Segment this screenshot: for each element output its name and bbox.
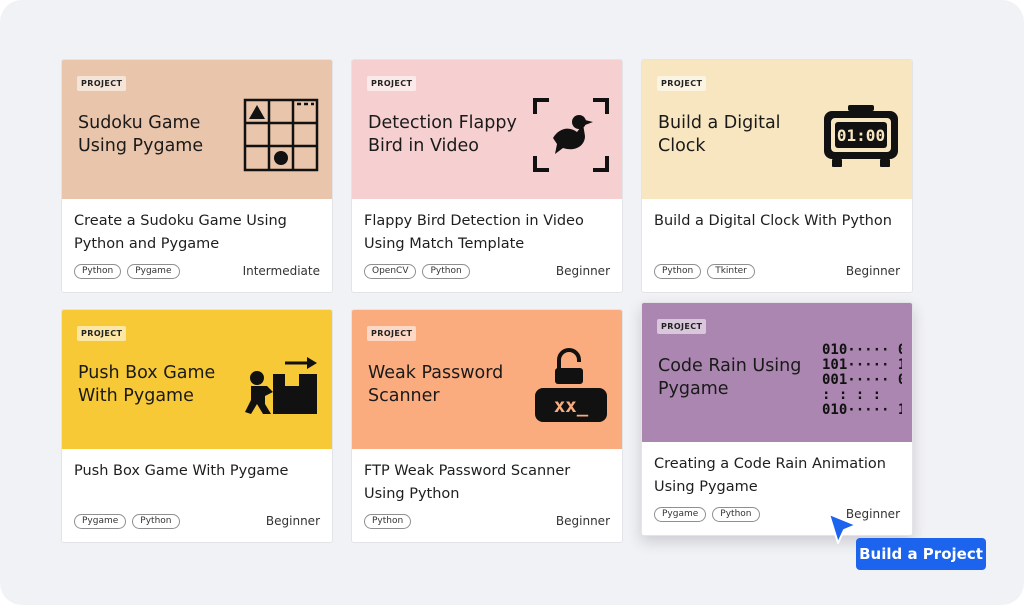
tag-list: Pygame Python bbox=[74, 514, 180, 529]
banner-title: Weak Password Scanner bbox=[368, 363, 504, 406]
project-card-password-scanner[interactable]: PROJECT Weak Password Scanner xx_ FTP We… bbox=[351, 309, 623, 543]
card-body: FTP Weak Password Scanner Using Python P… bbox=[352, 449, 622, 542]
tag-list: Python Pygame bbox=[74, 264, 180, 279]
project-tag: PROJECT bbox=[77, 76, 127, 91]
tag-chip[interactable]: Pygame bbox=[127, 264, 180, 279]
difficulty-label: Beginner bbox=[555, 514, 610, 528]
password-mask: xx_ bbox=[554, 395, 589, 417]
project-card-push-box[interactable]: PROJECT Push Box Game With Pygame Push B… bbox=[61, 309, 333, 543]
project-card-flappy-bird[interactable]: PROJECT Detection Flappy Bird in Video F… bbox=[351, 59, 623, 293]
tag-chip[interactable]: OpenCV bbox=[364, 264, 417, 279]
project-tag: PROJECT bbox=[77, 326, 127, 341]
tag-chip[interactable]: Python bbox=[74, 264, 122, 279]
project-tag: PROJECT bbox=[657, 319, 707, 334]
card-title: Create a Sudoku Game Using Python and Py… bbox=[74, 213, 287, 252]
card-title: Flappy Bird Detection in Video Using Mat… bbox=[364, 213, 584, 252]
project-card-sudoku[interactable]: PROJECT Sudoku Game Using Pygame Create … bbox=[61, 59, 333, 293]
tag-list: Python bbox=[364, 514, 412, 529]
banner-title: Push Box Game With Pygame bbox=[78, 363, 216, 406]
card-body: Creating a Code Rain Animation Using Pyg… bbox=[642, 442, 912, 535]
tag-list: Python Tkinter bbox=[654, 264, 755, 279]
difficulty-label: Beginner bbox=[845, 264, 900, 278]
card-body: Create a Sudoku Game Using Python and Py… bbox=[62, 199, 332, 292]
push-box-icon bbox=[245, 357, 317, 414]
tag-chip[interactable]: Python bbox=[712, 507, 760, 522]
card-banner: PROJECT Sudoku Game Using Pygame bbox=[62, 60, 332, 199]
card-title: FTP Weak Password Scanner Using Python bbox=[364, 463, 571, 502]
banner-title: Detection Flappy Bird in Video bbox=[368, 113, 517, 156]
difficulty-label: Intermediate bbox=[242, 264, 320, 278]
mouse-pointer-icon bbox=[828, 513, 857, 544]
tag-list: Pygame Python bbox=[654, 507, 760, 522]
code-row: 101····· 1 bbox=[822, 357, 902, 373]
banner-title: Code Rain Using Pygame bbox=[658, 356, 802, 399]
card-banner: PROJECT Detection Flappy Bird in Video bbox=[352, 60, 622, 199]
sudoku-grid-icon bbox=[243, 98, 319, 172]
card-body: Flappy Bird Detection in Video Using Mat… bbox=[352, 199, 622, 292]
bird-focus-icon bbox=[533, 98, 609, 172]
code-row: 010····· 1 bbox=[822, 402, 902, 417]
clock-readout: 01:00 bbox=[837, 126, 885, 145]
card-title: Build a Digital Clock With Python bbox=[654, 213, 892, 229]
difficulty-label: Beginner bbox=[555, 264, 610, 278]
binary-code-icon: 010····· 0 101····· 1 001····· 0 : : : :… bbox=[822, 342, 902, 417]
tag-chip[interactable]: Python bbox=[132, 514, 180, 529]
tag-chip[interactable]: Pygame bbox=[74, 514, 127, 529]
project-tag: PROJECT bbox=[367, 326, 417, 341]
build-a-project-button[interactable]: Build a Project bbox=[856, 538, 986, 570]
card-title: Push Box Game With Pygame bbox=[74, 463, 289, 479]
project-card-digital-clock[interactable]: PROJECT Build a Digital Clock 01:00 Buil… bbox=[641, 59, 913, 293]
code-row: : : : : bbox=[822, 387, 881, 403]
password-lock-icon: xx_ bbox=[535, 348, 607, 422]
tag-chip[interactable]: Python bbox=[364, 514, 412, 529]
tag-chip[interactable]: Python bbox=[422, 264, 470, 279]
card-title: Creating a Code Rain Animation Using Pyg… bbox=[654, 456, 886, 495]
card-banner: PROJECT Code Rain Using Pygame 010····· … bbox=[642, 303, 912, 442]
tag-chip[interactable]: Pygame bbox=[654, 507, 707, 522]
project-card-code-rain[interactable]: PROJECT Code Rain Using Pygame 010····· … bbox=[641, 302, 913, 536]
digital-clock-icon: 01:00 bbox=[824, 105, 898, 167]
card-body: Build a Digital Clock With Python Python… bbox=[642, 199, 912, 292]
card-banner: PROJECT Weak Password Scanner xx_ bbox=[352, 310, 622, 449]
card-banner: PROJECT Push Box Game With Pygame bbox=[62, 310, 332, 449]
difficulty-label: Beginner bbox=[265, 514, 320, 528]
banner-title: Build a Digital Clock bbox=[658, 113, 781, 156]
card-body: Push Box Game With Pygame Pygame Python … bbox=[62, 449, 332, 542]
code-row: 001····· 0 bbox=[822, 372, 902, 388]
tag-list: OpenCV Python bbox=[364, 264, 470, 279]
banner-title: Sudoku Game Using Pygame bbox=[78, 113, 204, 156]
project-tag: PROJECT bbox=[657, 76, 707, 91]
card-banner: PROJECT Build a Digital Clock 01:00 bbox=[642, 60, 912, 199]
tag-chip[interactable]: Python bbox=[654, 264, 702, 279]
tag-chip[interactable]: Tkinter bbox=[707, 264, 755, 279]
project-tag: PROJECT bbox=[367, 76, 417, 91]
code-row: 010····· 0 bbox=[822, 342, 902, 358]
